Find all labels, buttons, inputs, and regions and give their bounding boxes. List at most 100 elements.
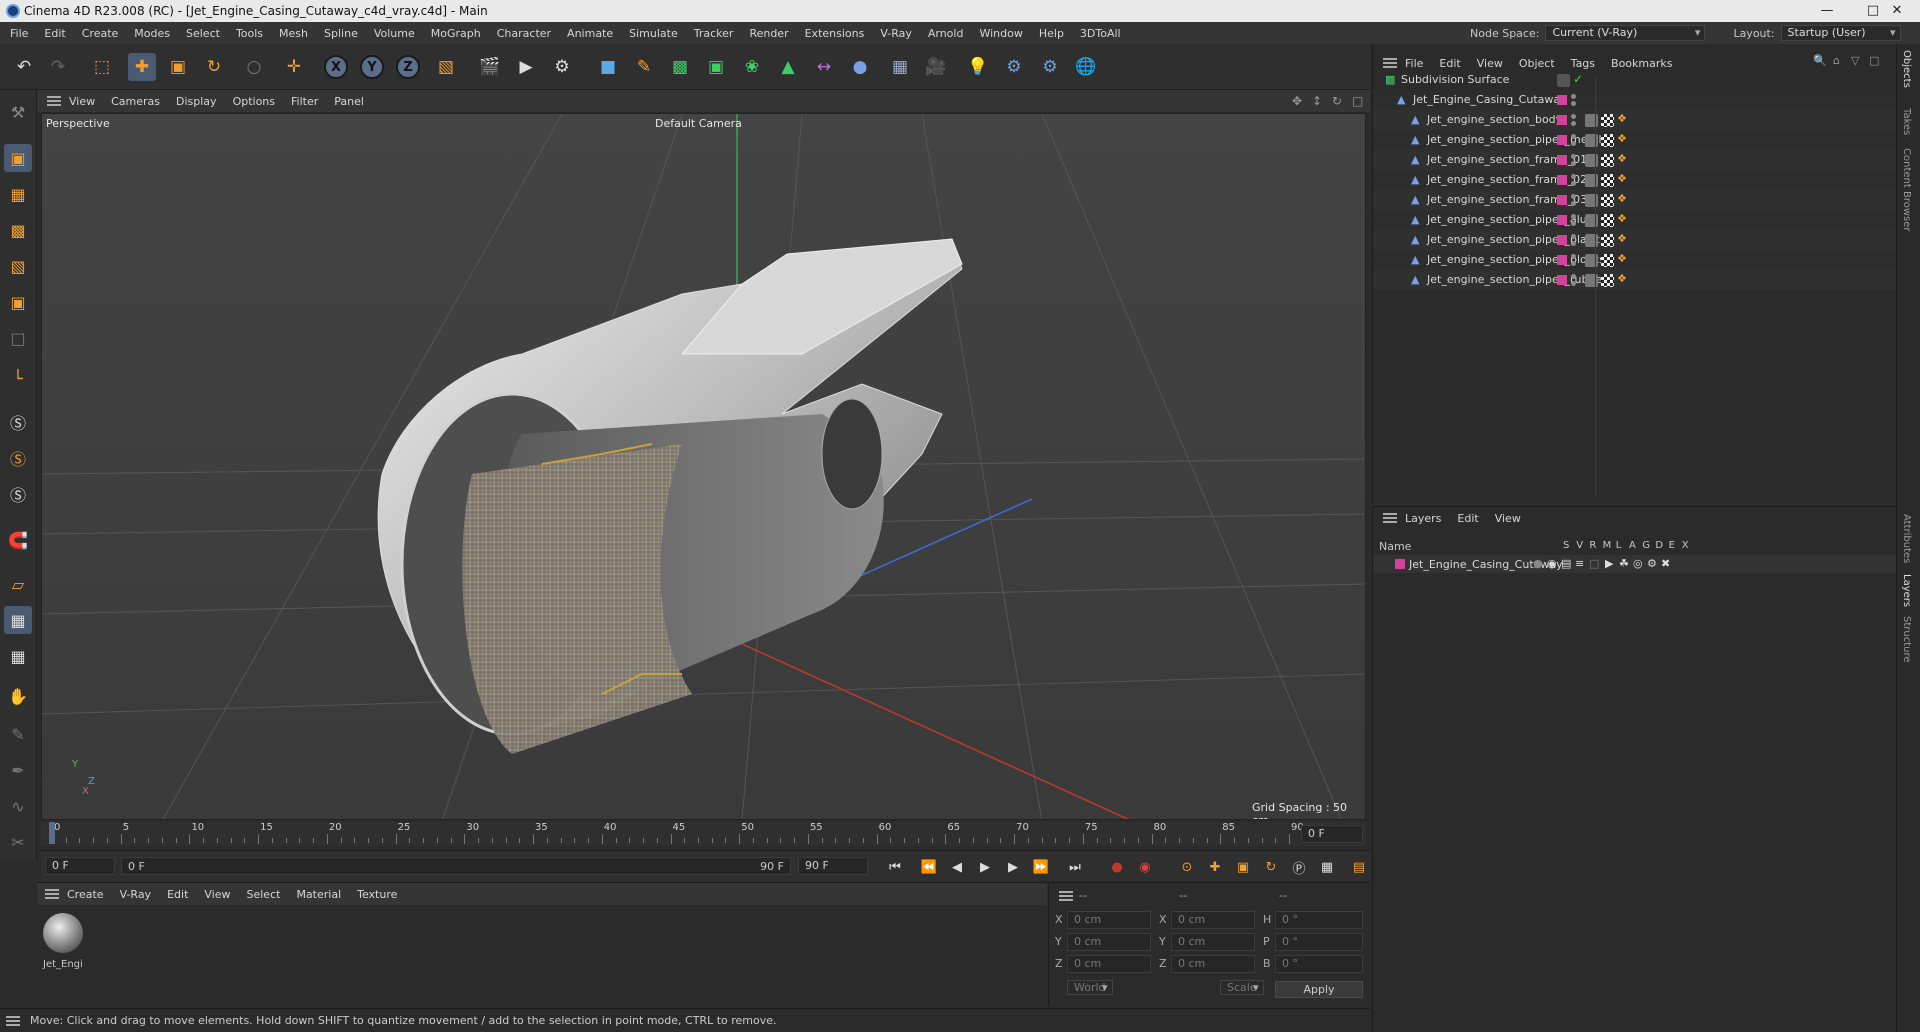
object-menu-bookmarks[interactable]: Bookmarks <box>1603 57 1680 70</box>
menu-animate[interactable]: Animate <box>559 27 621 40</box>
menu-extensions[interactable]: Extensions <box>797 27 873 40</box>
go-to-end-icon[interactable]: ⏭ <box>1065 857 1085 877</box>
object-row-child[interactable]: ▲ Jet_engine_section_pipes_platic ❖ <box>1373 230 1897 250</box>
object-row-child[interactable]: ▲ Jet_engine_section_frame_01 ❖ <box>1373 150 1897 170</box>
material-menu-texture[interactable]: Texture <box>349 888 405 901</box>
rot-h-field[interactable]: 0 ° <box>1275 911 1363 929</box>
layer-visible-icon[interactable]: ◉ <box>1547 557 1557 570</box>
material-tag-icon[interactable] <box>1601 174 1614 187</box>
menu-volume[interactable]: Volume <box>366 27 423 40</box>
go-to-start-icon[interactable]: ⏮ <box>885 857 905 877</box>
tab-takes[interactable]: Takes <box>1901 108 1912 135</box>
size-x-field[interactable]: 0 cm <box>1171 911 1255 929</box>
object-menu-file[interactable]: File <box>1373 57 1431 70</box>
smooth-icon[interactable]: ∿ <box>4 792 32 820</box>
key-rotation-icon[interactable]: ↻ <box>1261 857 1281 877</box>
object-menu-icon[interactable] <box>1383 58 1397 68</box>
vray-tag-icon[interactable] <box>1585 114 1598 127</box>
object-menu-object[interactable]: Object <box>1511 57 1563 70</box>
paint-icon[interactable]: ✎ <box>4 720 32 748</box>
locked-workplane-icon[interactable]: ▦ <box>4 642 32 670</box>
object-menu-tags[interactable]: Tags <box>1563 57 1603 70</box>
coordinates-menu-icon[interactable] <box>1059 891 1073 901</box>
pos-x-field[interactable]: 0 cm <box>1067 911 1151 929</box>
end-frame-field[interactable]: 90 F <box>798 857 868 875</box>
tab-structure[interactable]: Structure <box>1901 616 1912 663</box>
autokey-icon[interactable]: ◉ <box>1135 857 1155 877</box>
extrude-icon[interactable]: ▣ <box>702 53 730 81</box>
subdivision-icon[interactable]: ▩ <box>666 53 694 81</box>
layer-col-a[interactable]: A <box>1629 540 1636 551</box>
layer-color-swatch[interactable] <box>1557 155 1567 165</box>
key-position-icon[interactable]: ✚ <box>1205 857 1225 877</box>
menu-arnold[interactable]: Arnold <box>920 27 972 40</box>
vray-tag-icon[interactable] <box>1585 214 1598 227</box>
vray-tag-icon[interactable] <box>1585 134 1598 147</box>
size-z-field[interactable]: 0 cm <box>1171 955 1255 973</box>
prev-frame-icon[interactable]: ◀ <box>947 857 967 877</box>
globe-icon[interactable]: 🌐 <box>1072 53 1100 81</box>
filter-icon[interactable]: ▽ <box>1851 54 1859 67</box>
render-view-icon[interactable]: ▶ <box>512 53 540 81</box>
visibility-dots[interactable] <box>1571 154 1576 166</box>
visibility-dots[interactable] <box>1571 94 1576 106</box>
layer-color-swatch[interactable] <box>1557 215 1567 225</box>
material-menu-edit[interactable]: Edit <box>159 888 196 901</box>
axis-mode-icon[interactable]: └ <box>4 364 32 392</box>
workplane-icon[interactable]: ▱ <box>4 570 32 598</box>
layer-color-swatch[interactable] <box>1395 559 1405 569</box>
uv-mode-icon[interactable]: □ <box>4 324 32 352</box>
layer-xref-icon[interactable]: ✖ <box>1661 557 1670 570</box>
tab-objects[interactable]: Objects <box>1901 50 1912 88</box>
editor-visibility-icon[interactable] <box>1557 74 1570 87</box>
layer-manager-icon[interactable]: ≡ <box>1575 557 1584 570</box>
magnet-icon[interactable]: 🧲 <box>4 526 32 554</box>
vray-tag-icon[interactable] <box>1585 194 1598 207</box>
menu-tracker[interactable]: Tracker <box>686 27 742 40</box>
viewport-menu-filter[interactable]: Filter <box>283 95 326 108</box>
current-frame-field[interactable]: 0 F <box>1301 825 1363 843</box>
layer-col-l[interactable]: L <box>1616 540 1622 551</box>
texture-mode-icon[interactable]: ▦ <box>4 180 32 208</box>
viewport-menu-panel[interactable]: Panel <box>326 95 372 108</box>
field-icon[interactable]: ● <box>846 53 874 81</box>
object-row-subdivision-surface[interactable]: ▩ Subdivision Surface ✓ <box>1373 70 1897 90</box>
mograph-icon[interactable]: ▲ <box>774 53 802 81</box>
layer-color-swatch[interactable] <box>1557 175 1567 185</box>
move-tool-icon[interactable]: ✚ <box>128 53 156 81</box>
object-row-child[interactable]: ▲ Jet_engine_section_frame_02 ❖ <box>1373 170 1897 190</box>
coordinate-system-icon[interactable]: ▧ <box>432 53 460 81</box>
close-button[interactable]: ✕ <box>1874 0 1920 22</box>
layer-menu-view[interactable]: View <box>1487 512 1529 525</box>
layer-render-icon[interactable]: ▤ <box>1561 557 1571 570</box>
texture-tag-icon[interactable]: ❖ <box>1617 152 1627 165</box>
material-tag-icon[interactable] <box>1601 154 1614 167</box>
python-icon[interactable]: ⚙ <box>1000 53 1028 81</box>
brush-icon[interactable]: ✒ <box>4 756 32 784</box>
menu-file[interactable]: File <box>0 27 36 40</box>
next-frame-icon[interactable]: ▶ <box>1003 857 1023 877</box>
sculpt-icon[interactable]: ✋ <box>4 682 32 710</box>
menu-spline[interactable]: Spline <box>316 27 366 40</box>
visibility-dots[interactable] <box>1571 214 1576 226</box>
layer-lock-icon[interactable]: □ <box>1589 557 1599 570</box>
material-tag-icon[interactable] <box>1601 234 1614 247</box>
vray-tag-icon[interactable] <box>1585 274 1598 287</box>
material-swatch[interactable] <box>43 913 83 953</box>
layer-col-e[interactable]: E <box>1669 540 1675 551</box>
key-scale-icon[interactable]: ▣ <box>1233 857 1253 877</box>
layer-row[interactable]: Jet_Engine_Casing_Cutaway ● ◉ ▤ ≡ □ ▶ ☘ … <box>1373 555 1897 573</box>
scale-mode-dropdown[interactable]: Scale <box>1220 980 1264 995</box>
material-tag-icon[interactable] <box>1601 194 1614 207</box>
minimize-button[interactable]: — <box>1804 0 1850 22</box>
vray-tag-icon[interactable] <box>1585 174 1598 187</box>
texture-tag-icon[interactable]: ❖ <box>1617 272 1627 285</box>
material-menu-view[interactable]: View <box>196 888 238 901</box>
object-row-child[interactable]: ▲ Jet_engine_section_frame_03 ❖ <box>1373 190 1897 210</box>
viewport-menu-display[interactable]: Display <box>168 95 225 108</box>
viewport-maximize-icon[interactable]: □ <box>1352 94 1363 108</box>
z-axis-toggle[interactable]: Z <box>396 55 420 79</box>
object-row-casing-group[interactable]: ▲ Jet_Engine_Casing_Cutaway <box>1373 90 1897 110</box>
object-row-child[interactable]: ▲ Jet_engine_section_pipes_metal ❖ <box>1373 130 1897 150</box>
edge-mode-icon[interactable]: ▧ <box>4 252 32 280</box>
